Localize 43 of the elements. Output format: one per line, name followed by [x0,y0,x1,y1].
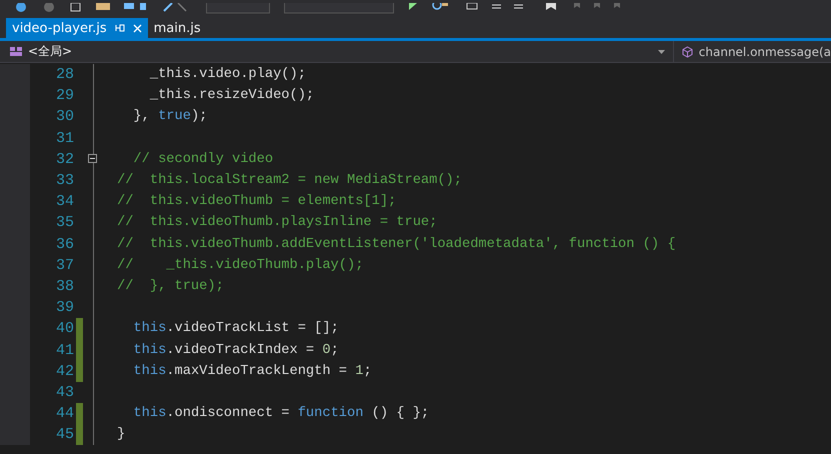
code-line: _this.video.play(); [148,67,306,82]
file-tab[interactable]: video-player.js [6,18,148,38]
code-line: // }, true); [116,278,224,294]
scope-icon [10,47,22,56]
cube-icon [682,46,693,58]
code-line: // secondly video [132,152,274,167]
line-number: 33 [54,172,74,190]
code-line: // _this.videoThumb.play(); [116,258,364,273]
file-tab[interactable]: main.js [148,18,207,38]
caret-icon[interactable] [658,50,665,54]
line-number: 31 [54,130,74,147]
code-line: this.ondisconnect = function () { }; [132,406,430,422]
line-number: 35 [54,214,74,232]
line-number: 28 [54,66,74,84]
line-number: 41 [54,342,74,359]
line-number: 34 [54,193,74,210]
close-icon[interactable] [132,24,142,32]
code-line: this.videoTrackIndex = 0; [132,342,339,358]
line-number: 40 [54,320,74,338]
collapse-icon[interactable] [88,154,97,163]
code-line: _this.resizeVideo(); [148,88,314,104]
line-number: 30 [54,108,74,126]
code-line: // this.videoThumb.playsInline = true; [116,215,438,230]
line-number: 43 [54,384,74,401]
line-number: 29 [54,87,74,104]
code-line: // this.videoThumb.addEventListener('loadedmetadata', function () { [116,236,676,252]
line-number: 39 [54,299,74,316]
code-line: // this.videoThumb = elements[1]; [116,194,396,210]
pin-icon[interactable] [114,24,125,32]
code-line: this.maxVideoTrackLength = 1; [132,364,372,379]
scope-dropdown[interactable]: <全局> [28,43,652,60]
code-line: }, true); [132,109,208,124]
line-number: 32 [54,150,74,168]
code-line: this.videoTrackList = []; [132,321,339,336]
line-number: 36 [54,236,74,253]
line-number: 38 [54,278,74,295]
line-number: 44 [54,405,74,422]
line-number: 37 [54,256,74,274]
code-line: } [116,427,126,442]
member-dropdown[interactable]: channel.onmessage(a [698,44,831,58]
line-number: 45 [54,426,74,444]
code-line: // this.localStream2 = new MediaStream(); [116,173,462,188]
line-number: 42 [54,362,74,380]
